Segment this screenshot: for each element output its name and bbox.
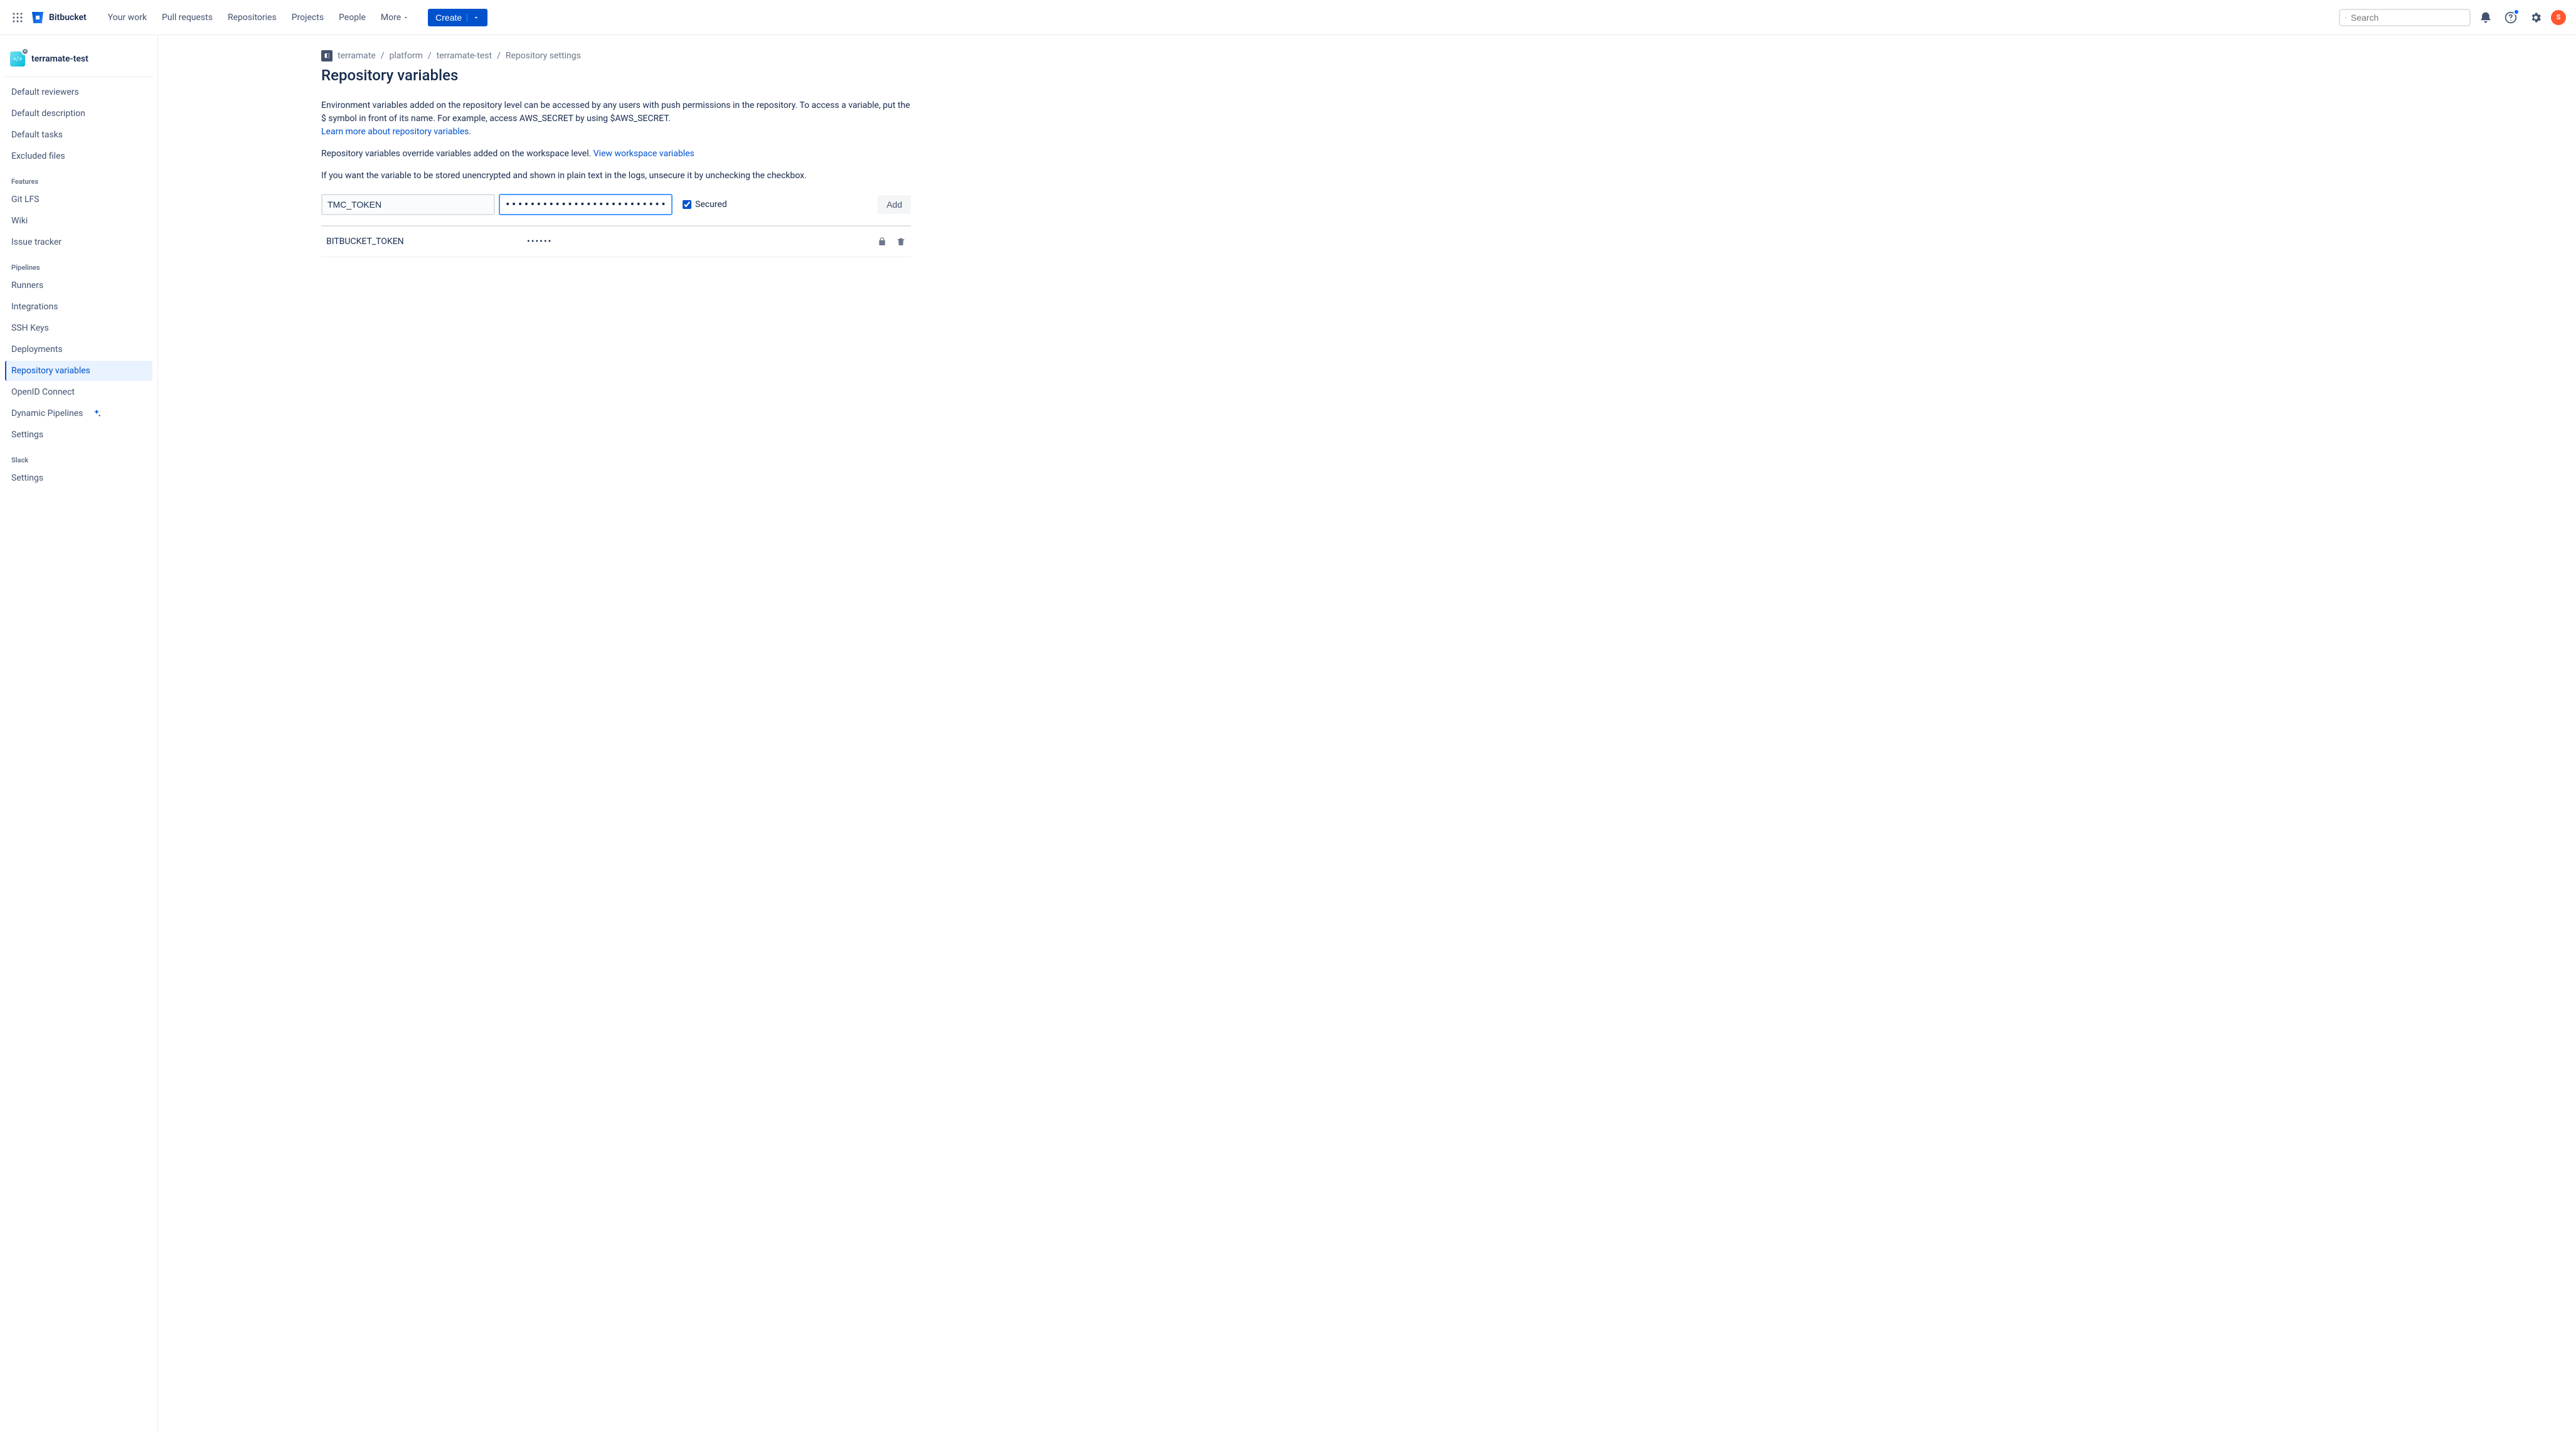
breadcrumb-repo[interactable]: terramate-test <box>437 51 492 61</box>
user-avatar[interactable]: S <box>2551 10 2566 25</box>
description-2: Repository variables override variables … <box>321 147 911 161</box>
variable-name: BITBUCKET_TOKEN <box>326 237 527 247</box>
sidebar-dynamic-pipelines[interactable]: Dynamic Pipelines <box>5 403 152 424</box>
sidebar-git-lfs[interactable]: Git LFS <box>5 189 152 210</box>
search-icon <box>2345 13 2347 23</box>
sidebar-default-description[interactable]: Default description <box>5 104 152 124</box>
trash-icon[interactable] <box>896 237 906 247</box>
nav-pull-requests[interactable]: Pull requests <box>156 8 219 28</box>
nav-people[interactable]: People <box>333 8 372 28</box>
learn-more-link[interactable]: Learn more about repository variables <box>321 127 469 137</box>
breadcrumb-sep: / <box>428 51 432 61</box>
chevron-down-icon <box>403 14 409 21</box>
brand-name: Bitbucket <box>49 13 87 23</box>
sidebar-default-tasks[interactable]: Default tasks <box>5 125 152 145</box>
nav-repositories[interactable]: Repositories <box>221 8 283 28</box>
sidebar-issue-tracker[interactable]: Issue tracker <box>5 232 152 252</box>
variable-value: •••••• <box>527 237 877 247</box>
secured-checkbox-wrapper[interactable]: Secured <box>683 200 727 210</box>
sidebar-pipelines-settings[interactable]: Settings <box>5 425 152 445</box>
variable-name-input[interactable] <box>321 194 495 215</box>
nav-links: Your work Pull requests Repositories Pro… <box>102 8 415 28</box>
brand-logo[interactable]: Bitbucket <box>30 10 87 25</box>
variable-row: BITBUCKET_TOKEN •••••• <box>321 226 911 257</box>
variable-actions <box>877 237 906 247</box>
breadcrumb-sep: / <box>497 51 501 61</box>
notification-dot-icon <box>2513 9 2520 15</box>
period: . <box>469 127 471 137</box>
nav-more-label: More <box>381 13 401 23</box>
add-variable-form: Secured Add <box>321 194 911 215</box>
create-button-label: Create <box>435 13 462 23</box>
variables-table: BITBUCKET_TOKEN •••••• <box>321 225 911 257</box>
section-pipelines-label: Pipelines <box>5 253 152 274</box>
sidebar-integrations[interactable]: Integrations <box>5 297 152 317</box>
search-input[interactable] <box>2351 13 2464 23</box>
lock-icon[interactable] <box>877 237 887 247</box>
workspace-icon: ◧ <box>321 50 333 61</box>
repo-header[interactable]: </> ✕ terramate-test <box>5 46 152 72</box>
breadcrumb-repo-settings[interactable]: Repository settings <box>506 51 581 61</box>
breadcrumb-project[interactable]: platform <box>390 51 423 61</box>
description-1: Environment variables added on the repos… <box>321 99 911 139</box>
sidebar-ssh-keys[interactable]: SSH Keys <box>5 318 152 338</box>
nav-your-work[interactable]: Your work <box>102 8 153 28</box>
secured-checkbox[interactable] <box>683 200 691 209</box>
desc1-text: Environment variables added on the repos… <box>321 100 910 124</box>
main-content: ◧ terramate / platform / terramate-test … <box>296 35 936 1433</box>
section-features-label: Features <box>5 168 152 188</box>
sidebar-wiki[interactable]: Wiki <box>5 211 152 231</box>
chevron-down-icon <box>467 14 480 21</box>
sidebar-excluded-files[interactable]: Excluded files <box>5 146 152 166</box>
notifications-icon[interactable] <box>2476 8 2496 28</box>
help-icon[interactable] <box>2501 8 2521 28</box>
sparkle-icon <box>92 408 102 418</box>
repo-icon: </> ✕ <box>10 51 25 67</box>
section-slack-label: Slack <box>5 446 152 467</box>
sidebar-deployments[interactable]: Deployments <box>5 339 152 360</box>
sidebar-item-label: Dynamic Pipelines <box>11 408 83 418</box>
add-button[interactable]: Add <box>878 195 911 214</box>
nav-projects[interactable]: Projects <box>285 8 330 28</box>
breadcrumb-sep: / <box>381 51 385 61</box>
create-button[interactable]: Create <box>428 9 487 26</box>
sidebar: </> ✕ terramate-test Default reviewers D… <box>0 35 158 1433</box>
settings-icon[interactable] <box>2526 8 2546 28</box>
secured-label: Secured <box>695 200 727 210</box>
sidebar-repository-variables[interactable]: Repository variables <box>5 361 152 381</box>
sidebar-default-reviewers[interactable]: Default reviewers <box>5 82 152 102</box>
sidebar-runners[interactable]: Runners <box>5 275 152 296</box>
top-navigation: Bitbucket Your work Pull requests Reposi… <box>0 0 2576 35</box>
desc2-text: Repository variables override variables … <box>321 149 593 159</box>
nav-more[interactable]: More <box>375 8 415 28</box>
repo-name: terramate-test <box>31 54 88 64</box>
view-workspace-variables-link[interactable]: View workspace variables <box>593 149 695 159</box>
app-switcher-icon[interactable] <box>10 10 25 25</box>
breadcrumb-workspace[interactable]: terramate <box>338 51 376 61</box>
description-3: If you want the variable to be stored un… <box>321 169 911 183</box>
sidebar-openid-connect[interactable]: OpenID Connect <box>5 382 152 402</box>
search-input-wrapper[interactable] <box>2339 9 2471 26</box>
breadcrumbs: ◧ terramate / platform / terramate-test … <box>321 50 911 61</box>
sidebar-slack-settings[interactable]: Settings <box>5 468 152 488</box>
page-title: Repository variables <box>321 67 911 84</box>
variable-value-input[interactable] <box>499 194 673 215</box>
